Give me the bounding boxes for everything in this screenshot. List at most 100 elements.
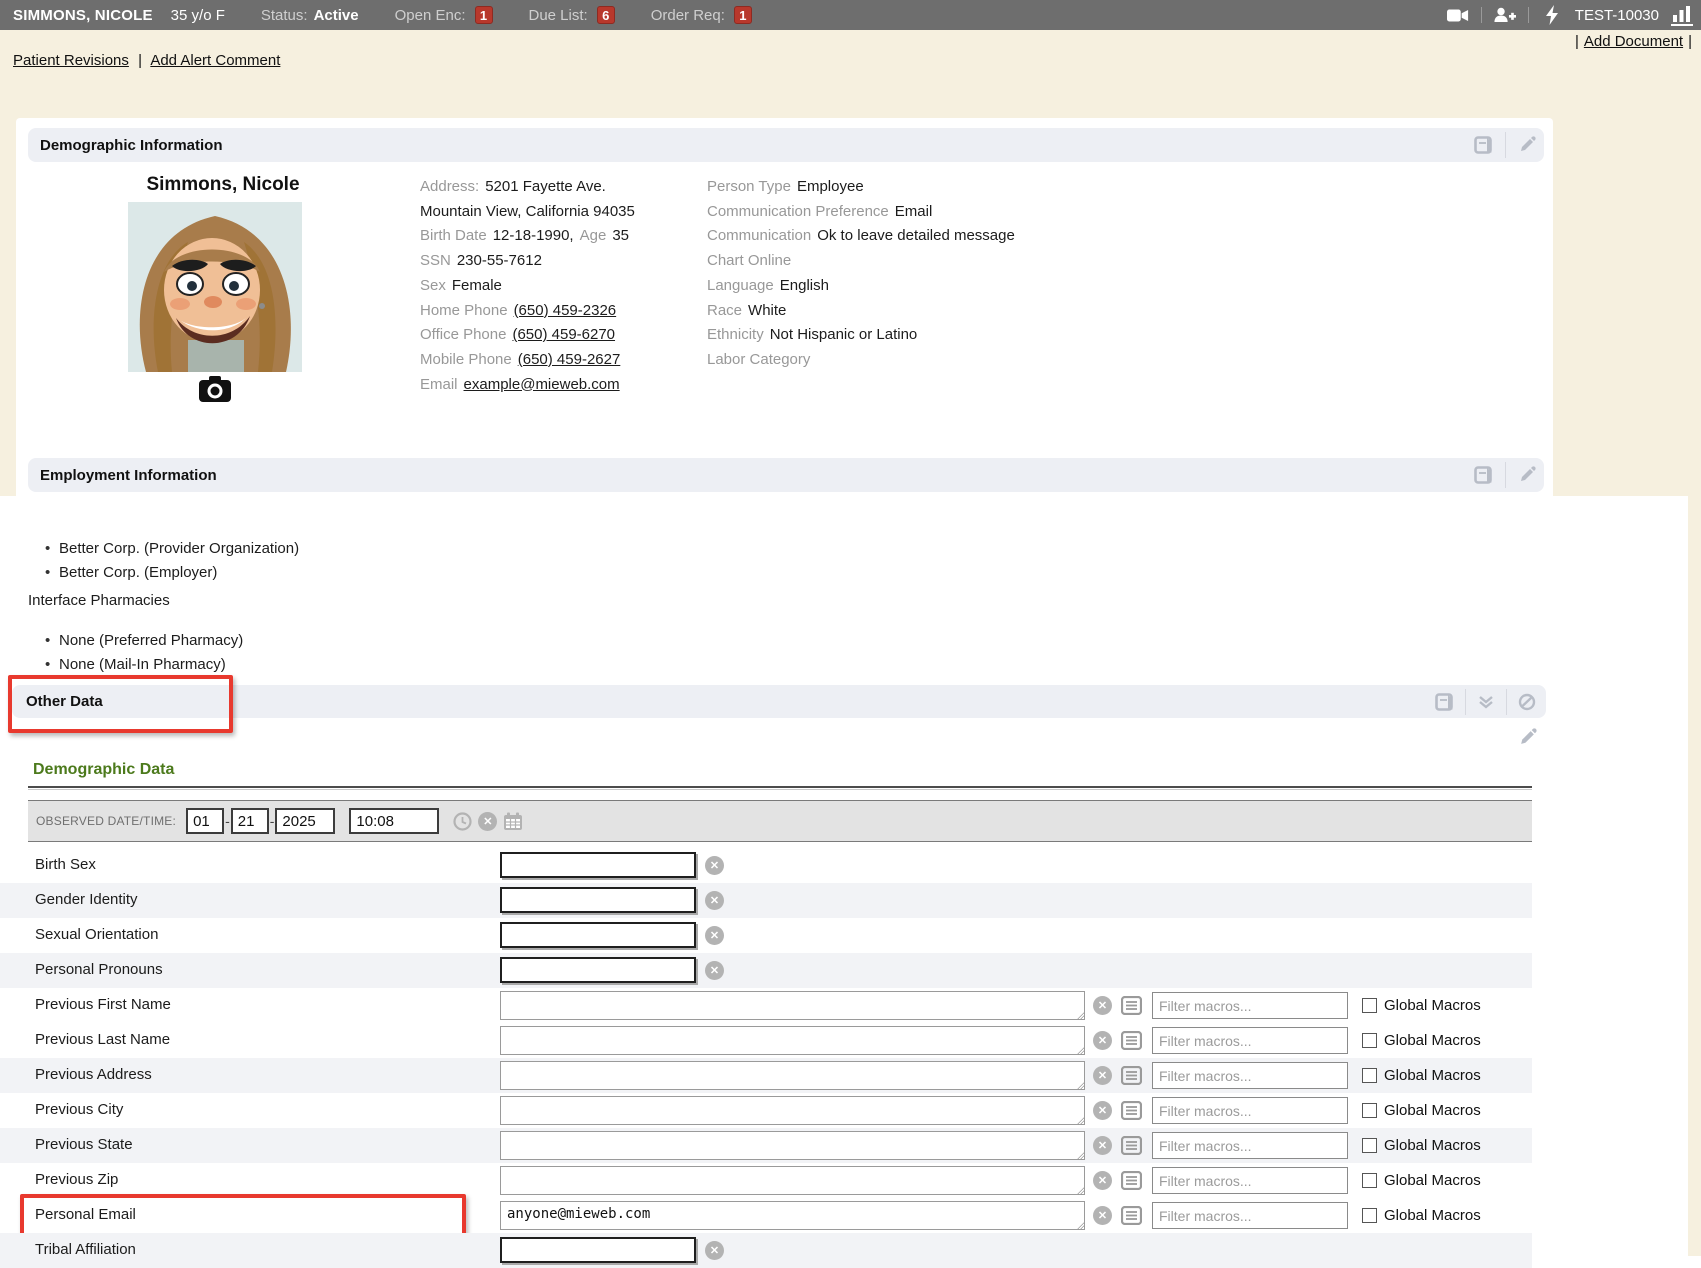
form-row: Birth Sex ✕ — [0, 848, 1532, 883]
clear-field-icon[interactable]: ✕ — [1093, 1101, 1112, 1120]
filter-macros-input[interactable] — [1152, 1202, 1348, 1229]
field-textarea[interactable] — [500, 1166, 1085, 1195]
info-value: Mountain View, California 94035 — [420, 203, 635, 220]
disable-section-icon[interactable] — [1516, 691, 1538, 713]
observed-time-input[interactable] — [349, 808, 439, 834]
field-label: Personal Pronouns — [35, 961, 163, 978]
edit-pencil-icon[interactable] — [1516, 726, 1538, 748]
clear-field-icon[interactable]: ✕ — [1093, 1171, 1112, 1190]
field-input[interactable] — [500, 852, 696, 878]
info-row: Office Phone(650) 459-6270 — [420, 323, 635, 348]
add-document-line: |Add Document| — [1570, 33, 1697, 50]
clear-field-icon[interactable]: ✕ — [705, 1241, 724, 1260]
macro-list-icon[interactable] — [1120, 1135, 1142, 1157]
info-row: Home Phone(650) 459-2326 — [420, 299, 635, 324]
edit-pencil-icon[interactable] — [1516, 134, 1538, 156]
counter-badge[interactable]: 1 — [475, 6, 493, 24]
employment-info-section-header: Employment Information — [28, 458, 1544, 492]
field-textarea[interactable] — [500, 1096, 1085, 1125]
field-input[interactable] — [500, 957, 696, 983]
section-title: Other Data — [26, 693, 103, 710]
clear-field-icon[interactable]: ✕ — [705, 856, 724, 875]
video-call-icon[interactable] — [1447, 4, 1469, 26]
clear-field-icon[interactable]: ✕ — [1093, 1031, 1112, 1050]
counter-badge[interactable]: 6 — [597, 6, 615, 24]
global-macros-checkbox[interactable] — [1362, 1033, 1377, 1048]
info-label: Email — [420, 376, 458, 393]
patient-revisions-link[interactable]: Patient Revisions — [13, 52, 129, 69]
global-macros-option: Global Macros — [1362, 1102, 1481, 1119]
clear-datetime-icon[interactable]: ✕ — [478, 812, 497, 831]
clear-field-icon[interactable]: ✕ — [705, 961, 724, 980]
observed-datetime-label: OBSERVED DATE/TIME: — [36, 814, 176, 828]
filter-macros-input[interactable] — [1152, 992, 1348, 1019]
filter-macros-input[interactable] — [1152, 1062, 1348, 1089]
add-document-link[interactable]: Add Document — [1584, 33, 1683, 50]
macro-list-icon[interactable] — [1120, 1100, 1142, 1122]
filter-macros-input[interactable] — [1152, 1167, 1348, 1194]
info-value: (650) 459-6270 — [512, 326, 615, 343]
lightning-icon[interactable] — [1541, 4, 1563, 26]
filter-macros-input[interactable] — [1152, 1097, 1348, 1124]
journal-icon[interactable] — [1473, 464, 1495, 486]
global-macros-checkbox[interactable] — [1362, 1138, 1377, 1153]
field-textarea[interactable] — [500, 991, 1085, 1020]
field-input[interactable] — [500, 887, 696, 913]
journal-icon[interactable] — [1473, 134, 1495, 156]
edit-pencil-icon[interactable] — [1516, 464, 1538, 486]
global-macros-checkbox[interactable] — [1362, 1068, 1377, 1083]
info-row: SexFemale — [420, 274, 635, 299]
macro-list-icon[interactable] — [1120, 1030, 1142, 1052]
collapse-section-icon[interactable] — [1475, 691, 1497, 713]
macro-list-icon[interactable] — [1120, 1065, 1142, 1087]
filter-macros-input[interactable] — [1152, 1132, 1348, 1159]
add-person-icon[interactable] — [1494, 4, 1516, 26]
clear-field-icon[interactable]: ✕ — [705, 926, 724, 945]
info-value: (650) 459-2627 — [518, 351, 621, 368]
field-input[interactable] — [500, 922, 696, 948]
clear-field-icon[interactable]: ✕ — [1093, 996, 1112, 1015]
divider — [1465, 689, 1466, 715]
info-value: Ok to leave detailed message — [817, 227, 1015, 244]
global-macros-checkbox[interactable] — [1362, 1208, 1377, 1223]
global-macros-checkbox[interactable] — [1362, 998, 1377, 1013]
info-row: Communication PreferenceEmail — [707, 200, 1015, 225]
upload-photo-camera-icon[interactable] — [199, 376, 231, 402]
field-label: Personal Email — [35, 1206, 136, 1223]
macro-list-icon[interactable] — [1120, 1205, 1142, 1227]
journal-icon[interactable] — [1434, 691, 1456, 713]
clear-field-icon[interactable]: ✕ — [1093, 1066, 1112, 1085]
field-textarea[interactable] — [500, 1061, 1085, 1090]
counter-badge[interactable]: 1 — [734, 6, 752, 24]
field-textarea[interactable]: anyone@mieweb.com — [500, 1201, 1085, 1230]
macro-list-icon[interactable] — [1120, 1170, 1142, 1192]
info-value: English — [780, 277, 829, 294]
observed-month-input[interactable] — [186, 808, 224, 834]
clock-icon[interactable] — [451, 810, 473, 832]
add-alert-comment-link[interactable]: Add Alert Comment — [150, 52, 280, 69]
global-macros-checkbox[interactable] — [1362, 1173, 1377, 1188]
global-macros-label: Global Macros — [1384, 1032, 1481, 1049]
field-textarea[interactable] — [500, 1131, 1085, 1160]
other-data-region: Better Corp. (Provider Organization)Bett… — [0, 496, 1701, 1256]
clear-field-icon[interactable]: ✕ — [1093, 1206, 1112, 1225]
macro-list-icon[interactable] — [1120, 995, 1142, 1017]
info-value-2: 35 — [612, 227, 629, 244]
interface-pharmacies-heading: Interface Pharmacies — [28, 592, 170, 609]
info-row: EthnicityNot Hispanic or Latino — [707, 323, 1015, 348]
flowsheet-chart-icon[interactable] — [1671, 4, 1693, 26]
counter: Order Req: 1 — [651, 6, 752, 24]
observed-day-input[interactable] — [231, 808, 269, 834]
global-macros-checkbox[interactable] — [1362, 1103, 1377, 1118]
info-value: 230-55-7612 — [457, 252, 542, 269]
calendar-icon[interactable] — [502, 810, 524, 832]
field-input[interactable] — [500, 1237, 696, 1263]
counter: Due List: 6 — [529, 6, 615, 24]
clear-field-icon[interactable]: ✕ — [705, 891, 724, 910]
field-textarea[interactable] — [500, 1026, 1085, 1055]
filter-macros-input[interactable] — [1152, 1027, 1348, 1054]
observed-year-input[interactable] — [275, 808, 335, 834]
patient-age-sex: 35 y/o F — [171, 7, 225, 24]
clear-field-icon[interactable]: ✕ — [1093, 1136, 1112, 1155]
info-label: Address: — [420, 178, 479, 195]
